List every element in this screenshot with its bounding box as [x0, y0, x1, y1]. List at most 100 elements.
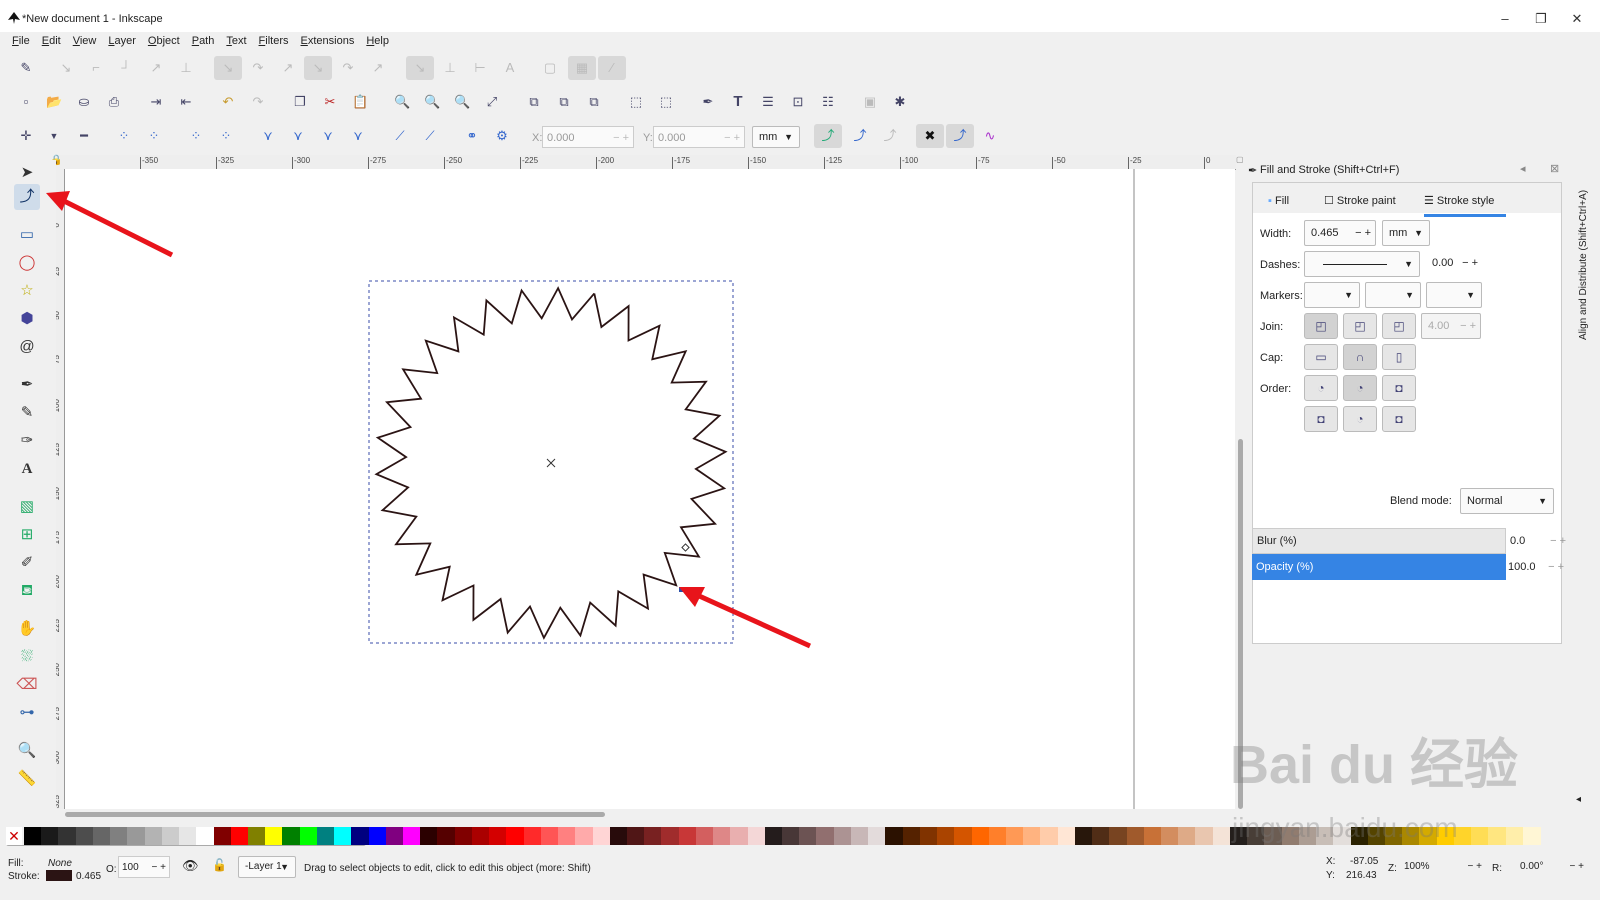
print-icon[interactable]: ⎙: [106, 94, 122, 110]
color-swatch[interactable]: [385, 827, 404, 845]
menu-file[interactable]: File: [12, 32, 30, 50]
paste-icon[interactable]: 📋: [352, 94, 368, 110]
ellipse-tool-icon[interactable]: ◯: [14, 250, 40, 276]
snap-grid-icon[interactable]: ▦: [568, 56, 596, 80]
insert-node-icon[interactable]: ✛: [18, 128, 34, 144]
blur-input[interactable]: 0.0− +: [1506, 528, 1566, 554]
duplicate-icon[interactable]: ⧉: [526, 94, 542, 110]
to-line-icon[interactable]: ⟋: [392, 128, 408, 144]
color-swatch[interactable]: [782, 827, 800, 845]
zoom-drawing-icon[interactable]: 🔍: [424, 94, 440, 110]
color-swatch[interactable]: [230, 827, 249, 845]
color-swatch[interactable]: [265, 827, 284, 845]
calligraphy-tool-icon[interactable]: ✑: [14, 428, 40, 454]
stroke-swatch[interactable]: [46, 870, 72, 881]
layers-icon[interactable]: ☰: [760, 94, 776, 110]
tab-stroke-paint[interactable]: ☐ Stroke paint: [1324, 188, 1396, 214]
color-swatch[interactable]: [1074, 827, 1093, 845]
color-swatch[interactable]: [954, 827, 973, 845]
menu-edit[interactable]: Edit: [42, 32, 61, 50]
color-swatch[interactable]: [58, 827, 77, 845]
width-unit-dropdown[interactable]: mm ▼: [1382, 220, 1430, 246]
color-swatch[interactable]: [1143, 827, 1162, 845]
color-swatch[interactable]: [110, 827, 129, 845]
spiral-tool-icon[interactable]: @: [14, 334, 40, 360]
color-swatch[interactable]: [41, 827, 60, 845]
color-swatch[interactable]: [1109, 827, 1128, 845]
zoom-selection-icon[interactable]: 🔍: [394, 94, 410, 110]
color-swatch[interactable]: [523, 827, 542, 845]
color-swatch[interactable]: [1057, 827, 1076, 845]
color-swatch[interactable]: [868, 827, 887, 845]
menu-object[interactable]: Object: [148, 32, 180, 50]
color-swatch[interactable]: [661, 827, 680, 845]
end-marker-dropdown[interactable]: ▼: [1426, 282, 1482, 308]
text-font-icon[interactable]: T: [730, 94, 746, 110]
gradient-tool-icon[interactable]: ▧: [14, 494, 40, 520]
color-swatch[interactable]: [713, 827, 732, 845]
delete-segment-icon[interactable]: ⁘: [218, 128, 234, 144]
restore-button[interactable]: ❐: [1526, 10, 1556, 28]
measure-tool-icon[interactable]: 📏: [14, 766, 40, 792]
color-swatch[interactable]: [471, 827, 490, 845]
rotation-input[interactable]: 0.00° − +: [1506, 856, 1586, 878]
rotation-center-icon[interactable]: [546, 458, 556, 468]
tweak-tool-icon[interactable]: ✋: [14, 616, 40, 642]
color-swatch[interactable]: [885, 827, 904, 845]
color-swatch[interactable]: [626, 827, 645, 845]
color-swatch[interactable]: [764, 827, 783, 845]
snap-line-mid-icon[interactable]: ↗: [370, 60, 386, 76]
insert-node-dropdown-icon[interactable]: ▼: [46, 128, 62, 144]
color-swatch[interactable]: [799, 827, 818, 845]
layer-dropdown[interactable]: -Layer 1 ▼: [238, 856, 296, 878]
order-fill-markers-stroke-button[interactable]: ◘: [1382, 375, 1416, 401]
color-swatch[interactable]: [678, 827, 697, 845]
color-swatch[interactable]: [816, 827, 835, 845]
snap-nodes-icon[interactable]: ↘: [214, 56, 242, 80]
snap-toggle-icon[interactable]: ✎: [18, 60, 34, 76]
mesh-tool-icon[interactable]: ⊞: [14, 522, 40, 548]
snap-center-icon[interactable]: ⊥: [178, 60, 194, 76]
object-to-path-icon[interactable]: ⚭: [464, 128, 480, 144]
auto-smooth-node-icon[interactable]: ⋎: [350, 128, 366, 144]
color-swatch[interactable]: [437, 827, 456, 845]
vertical-scrollbar[interactable]: [1236, 169, 1246, 809]
stroke-width-value[interactable]: 0.465: [76, 871, 101, 882]
menu-layer[interactable]: Layer: [108, 32, 136, 50]
color-swatch[interactable]: [92, 827, 111, 845]
tab-fill[interactable]: ▪ Fill: [1268, 188, 1289, 214]
snap-cusp-icon[interactable]: ↘: [304, 56, 332, 80]
save-icon[interactable]: ⛀: [76, 94, 92, 110]
zoom-input[interactable]: 100% − +: [1404, 856, 1484, 878]
ungroup-icon[interactable]: ⬚: [658, 94, 674, 110]
path-node[interactable]: [681, 543, 690, 552]
color-swatch[interactable]: [919, 827, 938, 845]
selector-tool-icon[interactable]: ➤: [14, 160, 40, 186]
color-swatch[interactable]: [1488, 827, 1507, 845]
color-swatch[interactable]: [902, 827, 921, 845]
blur-slider[interactable]: Blur (%): [1252, 528, 1506, 554]
zoom-page-icon[interactable]: 🔍: [454, 94, 470, 110]
smooth-node-icon[interactable]: ⋎: [290, 128, 306, 144]
star-tool-icon[interactable]: ☆: [14, 278, 40, 304]
color-swatch[interactable]: [282, 827, 301, 845]
order-markers-stroke-fill-button[interactable]: ◘: [1382, 406, 1416, 432]
color-swatch[interactable]: [850, 827, 869, 845]
color-swatch[interactable]: [558, 827, 577, 845]
import-icon[interactable]: ⇥: [148, 94, 164, 110]
color-swatch[interactable]: [334, 827, 353, 845]
snap-text-baseline-icon[interactable]: A: [502, 60, 518, 76]
node-y-input[interactable]: 0.000− +: [653, 126, 745, 148]
status-opacity-input[interactable]: 100− +: [118, 856, 170, 878]
text-tool-icon[interactable]: A: [14, 456, 40, 482]
color-swatch[interactable]: [540, 827, 559, 845]
color-swatch[interactable]: [489, 827, 508, 845]
join-segment-icon[interactable]: ⁘: [188, 128, 204, 144]
order-stroke-fill-markers-button[interactable]: ◔: [1343, 375, 1377, 401]
order-stroke-markers-fill-button[interactable]: ◔: [1343, 406, 1377, 432]
bezier-tool-icon[interactable]: ✒: [14, 372, 40, 398]
eraser-tool-icon[interactable]: ⌫: [14, 672, 40, 698]
close-button[interactable]: ✕: [1562, 10, 1592, 28]
panel-collapse-icon[interactable]: ◂: [1576, 794, 1581, 805]
mid-marker-dropdown[interactable]: ▼: [1365, 282, 1421, 308]
